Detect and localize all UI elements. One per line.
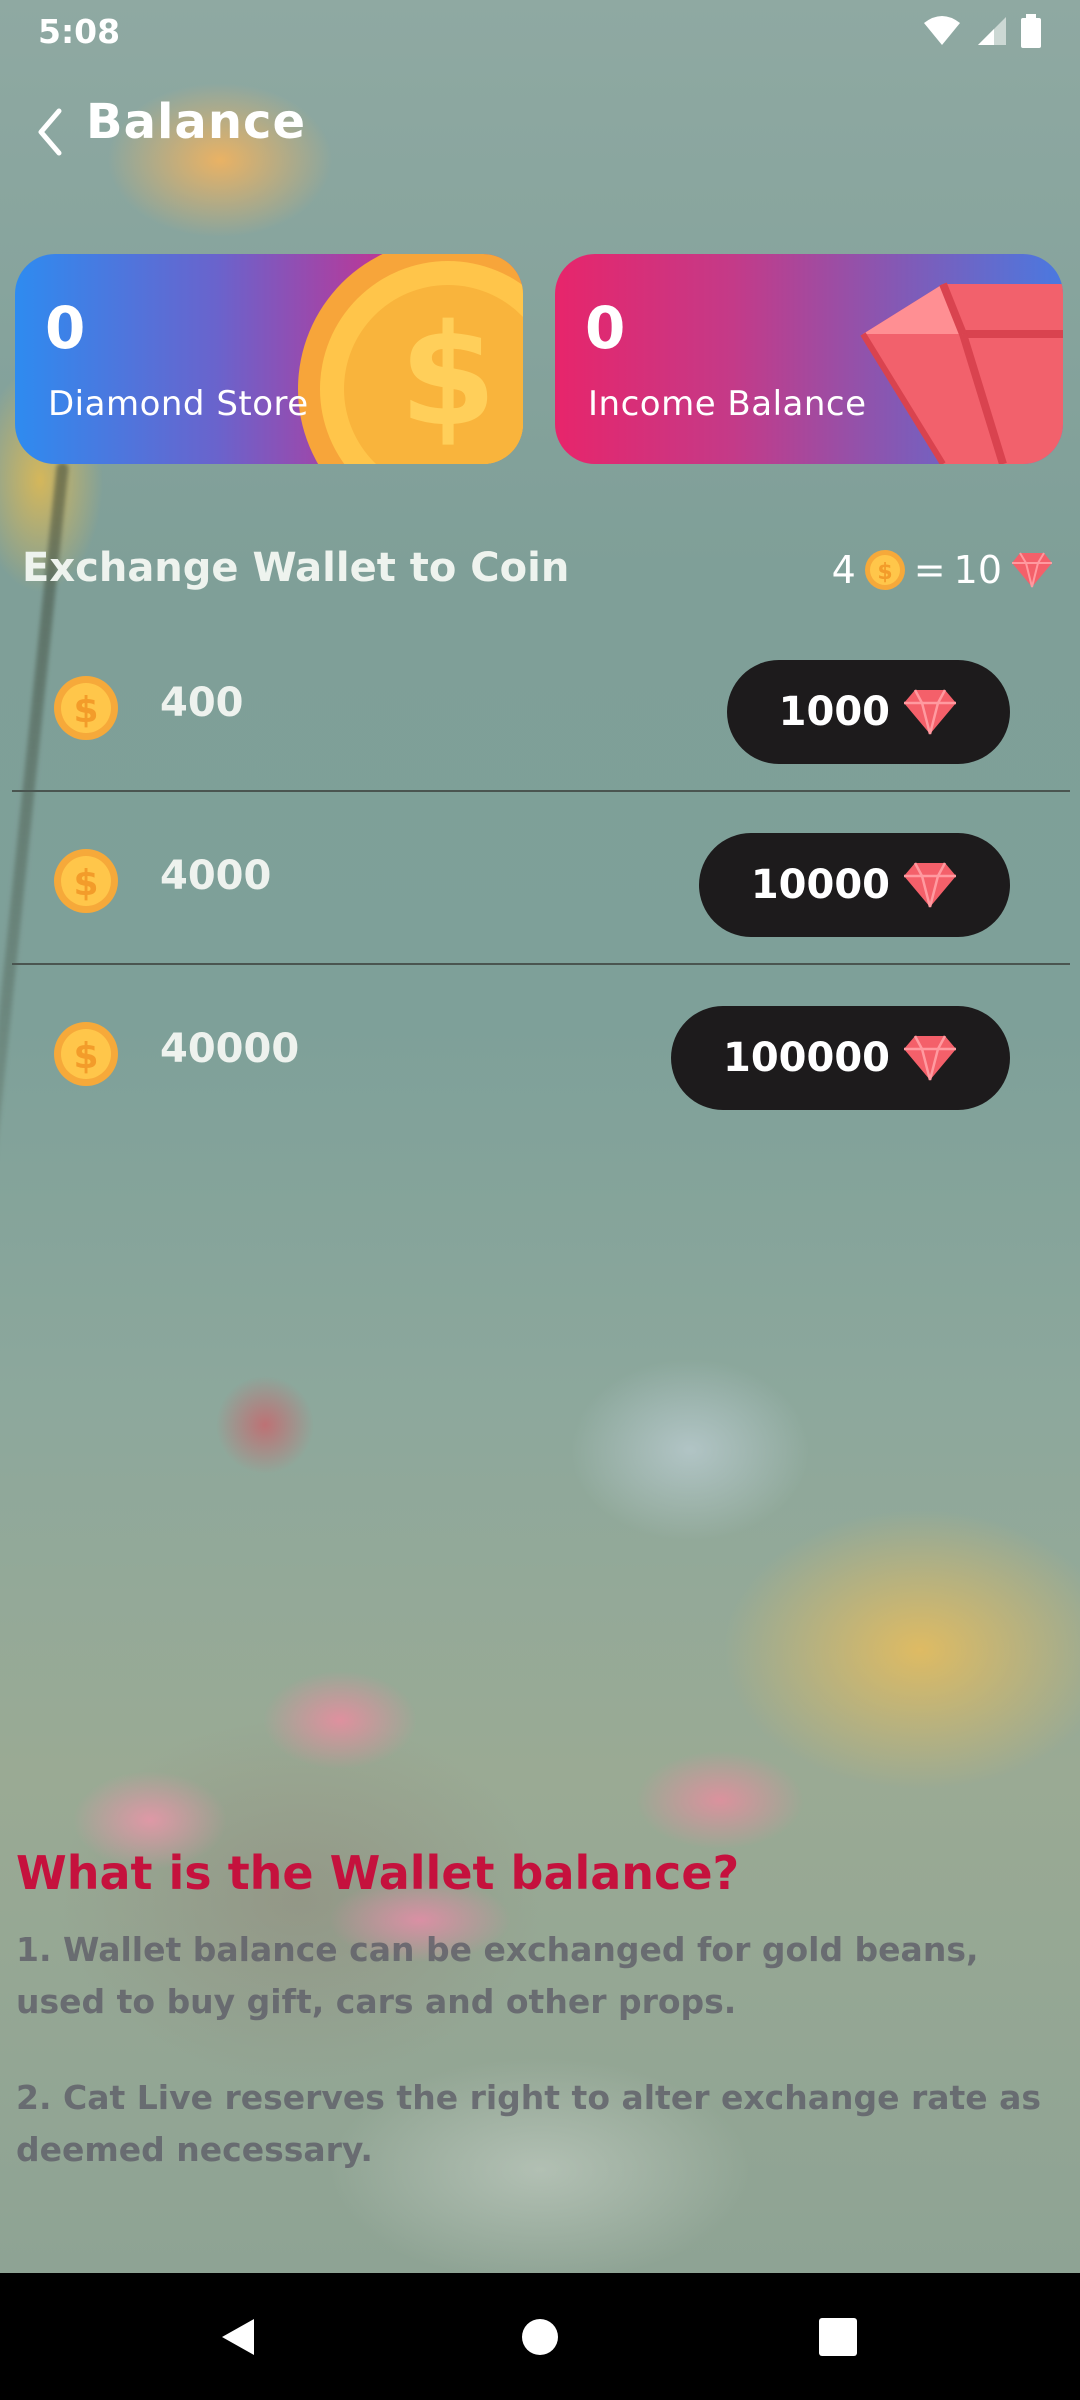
diamond-icon [860, 282, 1063, 464]
diamond-store-card[interactable]: 0 Diamond Store $ [15, 254, 523, 464]
status-time: 5:08 [38, 12, 121, 51]
status-bar: 5:08 [0, 0, 1080, 64]
info-paragraph: 2. Cat Live reserves the right to alter … [16, 2078, 1042, 2169]
nav-home-button[interactable] [508, 2305, 572, 2369]
diamond-price: 100000 [723, 1035, 890, 1081]
gold-coin-icon: $ [864, 550, 905, 590]
info-paragraph: 1. Wallet balance can be exchanged for g… [16, 1930, 979, 2021]
exchange-rate: 4 $ = 10 [832, 548, 1054, 592]
row-divider [12, 963, 1070, 965]
coin-amount: 40000 [160, 1026, 300, 1072]
svg-text:$: $ [877, 560, 892, 585]
diamond-store-value: 0 [45, 294, 86, 362]
coin-amount: 4000 [160, 853, 272, 899]
exchange-button[interactable]: 10000 [698, 833, 1010, 937]
system-icons [922, 14, 1042, 48]
circle-home-icon [522, 2319, 558, 2355]
gold-coin-icon: $ [54, 849, 118, 913]
svg-text:$: $ [73, 1036, 98, 1077]
nav-back-button[interactable] [206, 2305, 270, 2369]
svg-text:$: $ [73, 863, 98, 904]
svg-text:$: $ [73, 690, 98, 731]
page-title: Balance [86, 94, 306, 150]
diamond-icon [904, 689, 956, 735]
wifi-icon [924, 16, 960, 45]
triangle-back-icon [222, 2319, 254, 2355]
nav-recents-button[interactable] [806, 2305, 870, 2369]
navigation-bar [0, 2273, 1080, 2400]
info-title: What is the Wallet balance? [16, 1846, 740, 1900]
app-header: Balance [0, 90, 1080, 170]
income-balance-value: 0 [585, 294, 626, 362]
row-divider [12, 790, 1070, 792]
exchange-button[interactable]: 1000 [726, 660, 1010, 764]
gold-coin-icon: $ [298, 254, 523, 464]
gold-coin-icon: $ [54, 1022, 118, 1086]
exchange-option-row: $ 40000 100000 [12, 966, 1070, 1138]
diamond-price: 1000 [778, 689, 890, 735]
diamond-icon [904, 1035, 956, 1081]
cell-signal-icon [978, 17, 1006, 45]
square-recents-icon [819, 2318, 857, 2356]
exchange-button[interactable]: 100000 [671, 1006, 1010, 1110]
rate-coins: 4 [831, 548, 856, 592]
diamond-price: 10000 [750, 862, 890, 908]
chevron-left-icon [38, 108, 62, 156]
rate-equals: = [913, 548, 946, 592]
coin-amount: 400 [160, 680, 244, 726]
gold-coin-icon: $ [54, 676, 118, 740]
income-balance-card[interactable]: 0 Income Balance [555, 254, 1063, 464]
svg-text:$: $ [399, 295, 496, 458]
diamond-icon [1012, 552, 1052, 588]
battery-icon [1021, 14, 1041, 48]
exchange-title: Exchange Wallet to Coin [22, 545, 570, 591]
exchange-option-row: $ 400 1000 [12, 620, 1070, 792]
income-balance-label: Income Balance [588, 384, 867, 424]
exchange-option-row: $ 4000 10000 [12, 793, 1070, 965]
diamond-store-label: Diamond Store [48, 384, 309, 424]
back-button[interactable] [24, 102, 76, 162]
diamond-icon [904, 862, 956, 908]
rate-diamonds: 10 [953, 548, 1002, 592]
